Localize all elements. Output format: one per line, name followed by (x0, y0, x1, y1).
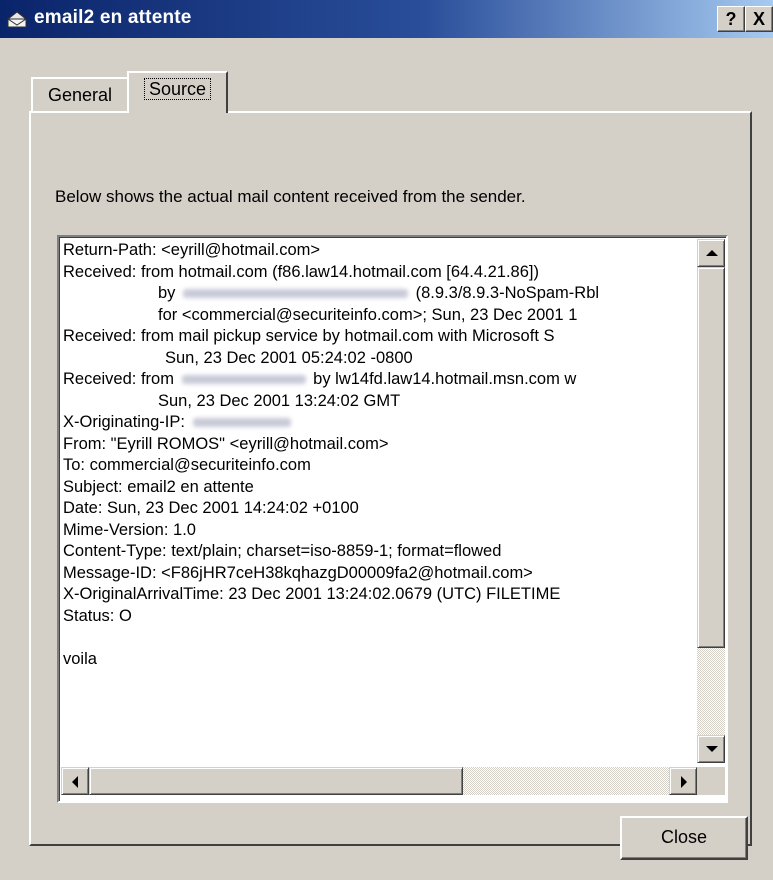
source-text-fragment: by lw14fd.law14.hotmail.msn.com w (313, 370, 577, 388)
scroll-down-button[interactable] (697, 735, 725, 763)
source-text-fragment: X-Originating-IP: (63, 413, 185, 431)
scrollbar-corner (697, 767, 725, 795)
source-text-box[interactable]: Return-Path: <eyrill@hotmail.com> Receiv… (57, 235, 728, 803)
horizontal-scroll-thumb[interactable] (89, 767, 463, 795)
source-line: Content-Type: text/plain; charset=iso-88… (63, 542, 502, 560)
source-line: by (8.9.3/8.9.3-NoSpam-Rbl (63, 283, 695, 305)
scroll-left-button[interactable] (61, 767, 89, 795)
close-button[interactable]: Close (620, 816, 748, 860)
source-line: Received: from mail pickup service by ho… (63, 327, 555, 345)
arrow-left-icon (72, 776, 78, 788)
source-text-content[interactable]: Return-Path: <eyrill@hotmail.com> Receiv… (63, 240, 695, 762)
source-line: Sun, 23 Dec 2001 05:24:02 -0800 (165, 348, 413, 367)
tab-source-label: Source (143, 78, 212, 100)
window-title: email2 en attente (34, 7, 192, 28)
redacted-ip (181, 375, 306, 385)
window-close-button[interactable]: X (745, 6, 773, 32)
source-line: for <commercial@securiteinfo.com>; Sun, … (158, 305, 578, 324)
arrow-up-icon (706, 250, 718, 256)
source-description: Below shows the actual mail content rece… (55, 187, 526, 206)
redacted-ip (192, 418, 291, 428)
source-line: Received: from hotmail.com (f86.law14.ho… (63, 262, 539, 281)
help-button[interactable]: ? (717, 6, 745, 32)
source-line: Mime-Version: 1.0 (63, 520, 196, 539)
source-line (63, 627, 695, 649)
source-line: X-OriginalArrivalTime: 23 Dec 2001 13:24… (63, 585, 561, 603)
source-line: voila (63, 649, 97, 668)
mail-envelope-icon (6, 9, 28, 29)
source-line: Date: Sun, 23 Dec 2001 14:24:02 +0100 (63, 499, 359, 517)
arrow-down-icon (706, 746, 718, 752)
source-text-fragment: Received: from (63, 370, 174, 388)
title-bar[interactable]: email2 en attente ? X (0, 0, 773, 38)
source-line: Message-ID: <F86jHR7ceH38kqhazgD00009fa2… (63, 563, 533, 582)
tab-source[interactable]: Source (127, 71, 228, 113)
source-line: X-Originating-IP: (63, 412, 695, 434)
source-text-fragment: (8.9.3/8.9.3-NoSpam-Rbl (415, 284, 600, 302)
source-text-fragment: by (158, 284, 176, 302)
source-line: Received: from by lw14fd.law14.hotmail.m… (63, 369, 695, 391)
vertical-scrollbar[interactable] (697, 239, 725, 763)
arrow-right-icon (681, 776, 687, 788)
dialog-body: General Source Below shows the actual ma… (0, 38, 773, 880)
source-line: Return-Path: <eyrill@hotmail.com> (63, 241, 321, 259)
source-line: To: commercial@securiteinfo.com (63, 456, 311, 474)
tab-general[interactable]: General (31, 77, 129, 111)
horizontal-scrollbar[interactable] (61, 767, 697, 795)
source-line: From: "Eyrill ROMOS" <eyrill@hotmail.com… (63, 434, 389, 453)
redacted-hostname (183, 289, 409, 299)
source-line: Sun, 23 Dec 2001 13:24:02 GMT (158, 391, 401, 410)
source-line: Subject: email2 en attente (63, 477, 254, 496)
source-tab-panel: Below shows the actual mail content rece… (29, 111, 752, 846)
scroll-right-button[interactable] (669, 767, 697, 795)
vertical-scroll-thumb[interactable] (697, 267, 725, 648)
source-line: Status: O (63, 606, 132, 625)
scroll-up-button[interactable] (697, 239, 725, 267)
